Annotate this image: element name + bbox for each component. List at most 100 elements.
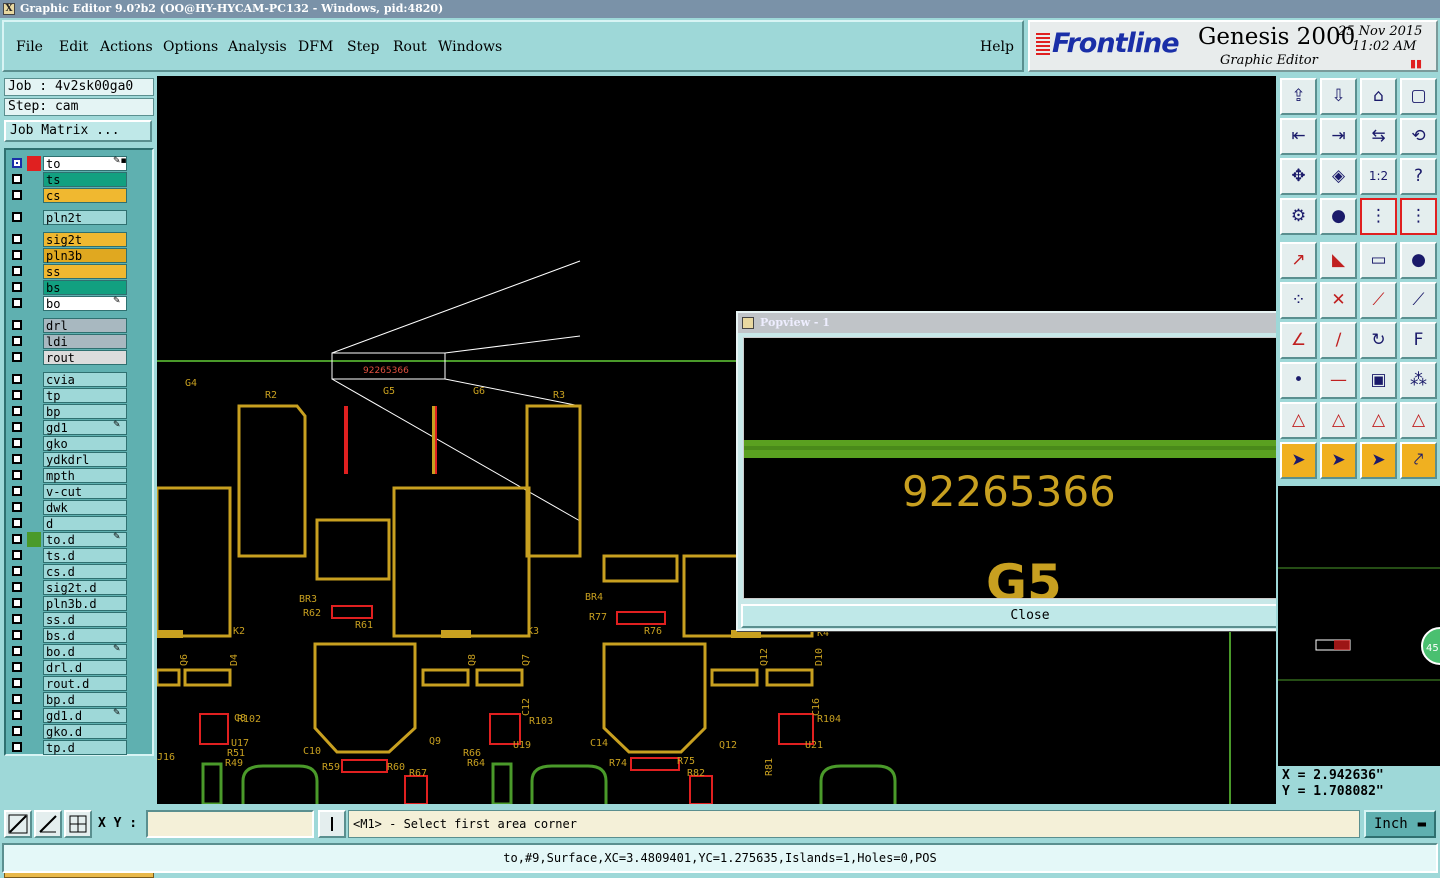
layer-checkbox[interactable] (12, 694, 22, 704)
layer-name[interactable]: tp (43, 388, 127, 403)
layer-name[interactable]: rout (43, 350, 127, 365)
layer-name[interactable]: mpth (43, 468, 127, 483)
layer-name[interactable]: tp.d (43, 740, 127, 755)
route-icon[interactable]: ⤤ (1400, 442, 1437, 479)
layer-row-gko[interactable]: gko (10, 436, 128, 451)
layer-checkbox[interactable] (12, 406, 22, 416)
layer-checkbox[interactable] (12, 662, 22, 672)
pointer-icon[interactable]: ➤ (1280, 442, 1317, 479)
layer-row-rout.d[interactable]: rout.d (10, 676, 128, 691)
layer-checkbox[interactable] (12, 282, 22, 292)
layer-row-ss.d[interactable]: ss.d (10, 612, 128, 627)
layer-checkbox[interactable] (12, 336, 22, 346)
menu-windows[interactable]: Windows (438, 39, 502, 55)
layer-row-gd1.d[interactable]: gd1.d ✎ (10, 708, 128, 723)
scale-1-2-icon[interactable]: 1:2 (1360, 158, 1397, 195)
measure-2-icon[interactable]: ⋮ (1400, 198, 1437, 235)
line-2-icon[interactable]: ⟋ (1400, 282, 1437, 319)
layer-checkbox[interactable] (12, 212, 22, 222)
layer-checkbox[interactable] (12, 438, 22, 448)
layer-row-to[interactable]: to ✎▪ (10, 156, 128, 171)
pin-icon[interactable]: ● (1320, 198, 1357, 235)
cluster-icon[interactable]: ⁂ (1400, 362, 1437, 399)
zoom-fit-icon[interactable]: ✥ (1280, 158, 1317, 195)
layer-row-pln2t[interactable]: pln2t (10, 210, 128, 225)
layer-row-to.d[interactable]: to.d ✎ (10, 532, 128, 547)
layer-checkbox[interactable] (12, 422, 22, 432)
layer-name[interactable]: cs.d (43, 564, 127, 579)
menu-step[interactable]: Step (347, 39, 379, 55)
menu-rout[interactable]: Rout (393, 39, 427, 55)
layer-row-sig2t[interactable]: sig2t (10, 232, 128, 247)
layer-name[interactable]: drl.d (43, 660, 127, 675)
pan-right-icon[interactable]: ⇥ (1320, 118, 1357, 155)
layer-checkbox[interactable] (12, 534, 22, 544)
layer-name[interactable]: sig2t (43, 232, 127, 247)
layer-name[interactable]: bs (43, 280, 127, 295)
angle-icon[interactable]: ∠ (1280, 322, 1317, 359)
zoom-center-icon[interactable]: ◈ (1320, 158, 1357, 195)
layer-name[interactable]: ss (43, 264, 127, 279)
graphic-canvas[interactable]: 92265366 G4 R2 G5 G6 R3 K2 K3 K4 BR3 R62… (157, 76, 1276, 804)
layer-checkbox[interactable] (12, 726, 22, 736)
layer-name[interactable]: gko (43, 436, 127, 451)
layer-row-bp[interactable]: bp (10, 404, 128, 419)
layer-row-v-cut[interactable]: v-cut (10, 484, 128, 499)
box-icon[interactable]: ▣ (1360, 362, 1397, 399)
select-mode-icon[interactable] (4, 810, 32, 838)
menu-help[interactable]: Help (980, 39, 1014, 55)
grid-mode-icon[interactable] (64, 810, 92, 838)
mirror-icon[interactable]: ⇆ (1360, 118, 1397, 155)
popview-window[interactable]: Popview - 1 ✕ 92265366 G5 Close (736, 311, 1276, 631)
layer-name[interactable]: cs (43, 188, 127, 203)
popview-close-button[interactable]: Close (741, 604, 1276, 628)
layer-checkbox[interactable] (12, 266, 22, 276)
xy-input[interactable] (146, 810, 314, 838)
zoom-home-icon[interactable]: ⇪ (1280, 78, 1317, 115)
layer-checkbox[interactable] (12, 158, 22, 168)
layer-row-rout[interactable]: rout (10, 350, 128, 365)
layer-checkbox[interactable] (12, 598, 22, 608)
layer-checkbox[interactable] (12, 582, 22, 592)
layer-name[interactable]: gko.d (43, 724, 127, 739)
layer-checkbox[interactable] (12, 486, 22, 496)
layer-row-cs.d[interactable]: cs.d (10, 564, 128, 579)
layer-row-dwk[interactable]: dwk (10, 500, 128, 515)
layer-row-cvia[interactable]: cvia (10, 372, 128, 387)
layer-name[interactable]: dwk (43, 500, 127, 515)
triangle-4-icon[interactable]: △ (1400, 402, 1437, 439)
layer-row-bp.d[interactable]: bp.d (10, 692, 128, 707)
layer-checkbox[interactable] (12, 630, 22, 640)
layer-name[interactable]: cvia (43, 372, 127, 387)
fit-icon[interactable]: ▢ (1400, 78, 1437, 115)
layer-name[interactable]: ts (43, 172, 127, 187)
layer-checkbox[interactable] (12, 250, 22, 260)
layer-row-gko.d[interactable]: gko.d (10, 724, 128, 739)
layer-name[interactable]: bp (43, 404, 127, 419)
layer-checkbox[interactable] (12, 646, 22, 656)
layer-row-bs.d[interactable]: bs.d (10, 628, 128, 643)
menu-options[interactable]: Options (163, 39, 218, 55)
layer-name[interactable]: ss.d (43, 612, 127, 627)
info-icon[interactable] (318, 810, 346, 838)
layer-checkbox[interactable] (12, 454, 22, 464)
layer-checkbox[interactable] (12, 234, 22, 244)
layer-checkbox[interactable] (12, 374, 22, 384)
triangle-3-icon[interactable]: △ (1360, 402, 1397, 439)
layer-row-tp.d[interactable]: tp.d (10, 740, 128, 755)
layer-checkbox[interactable] (12, 742, 22, 752)
layer-row-cs[interactable]: cs (10, 188, 128, 203)
layer-color-swatch[interactable] (27, 532, 41, 547)
layer-row-ts[interactable]: ts (10, 172, 128, 187)
layer-row-ts.d[interactable]: ts.d (10, 548, 128, 563)
layer-row-ydkdrl[interactable]: ydkdrl (10, 452, 128, 467)
layer-checkbox[interactable] (12, 352, 22, 362)
layer-checkbox[interactable] (12, 502, 22, 512)
pan-left-icon[interactable]: ⇤ (1280, 118, 1317, 155)
layer-row-drl[interactable]: drl (10, 318, 128, 333)
menu-actions[interactable]: Actions (100, 39, 153, 55)
layer-row-tp[interactable]: tp (10, 388, 128, 403)
layer-checkbox[interactable] (12, 614, 22, 624)
layer-checkbox[interactable] (12, 518, 22, 528)
home-icon[interactable]: ⌂ (1360, 78, 1397, 115)
